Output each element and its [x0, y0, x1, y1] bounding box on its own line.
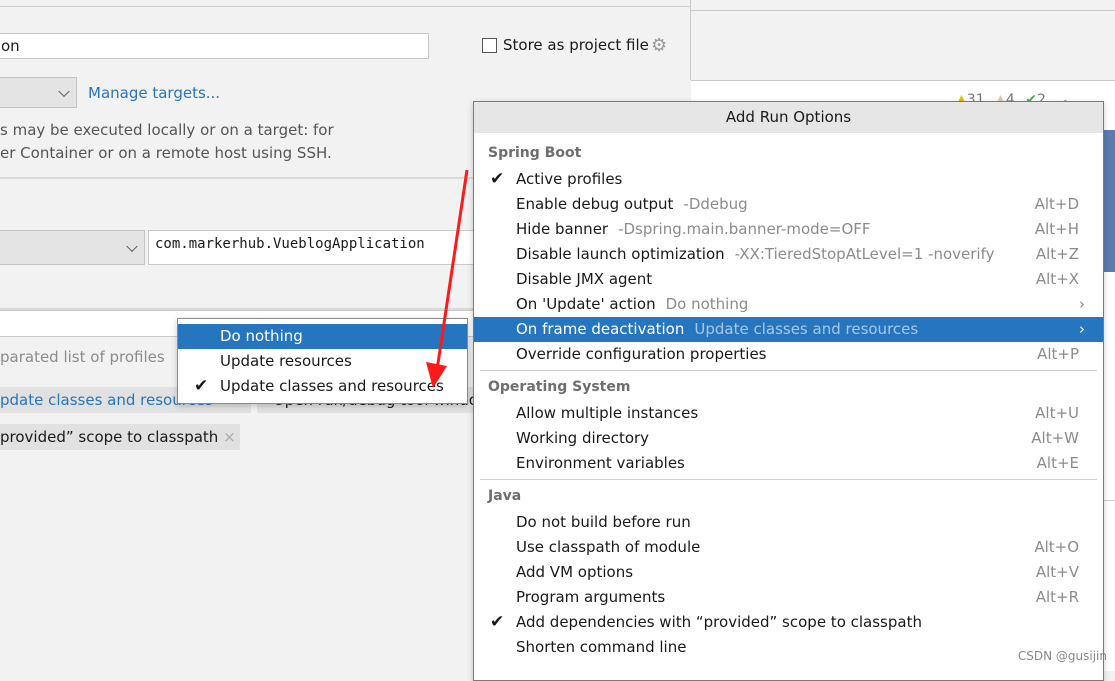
arrow-shaft [435, 169, 469, 371]
watermark: CSDN @gusijin [1017, 649, 1107, 663]
annotation-arrow [426, 169, 469, 388]
arrow-head [426, 362, 447, 388]
